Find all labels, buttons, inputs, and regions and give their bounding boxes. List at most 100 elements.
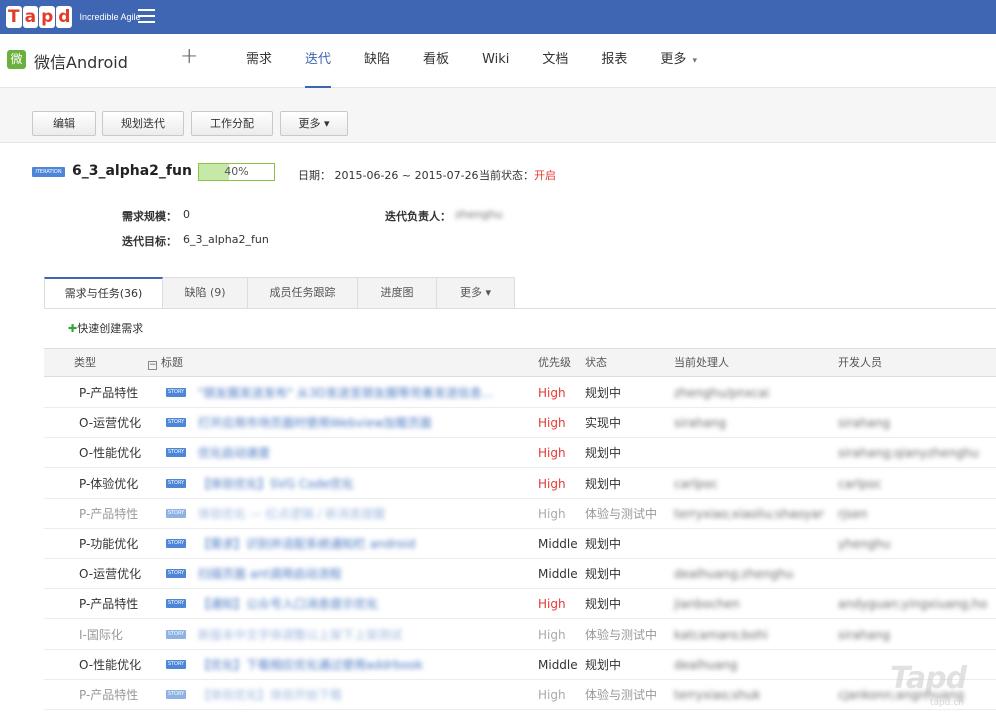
- more-button[interactable]: 更多 ▾: [280, 111, 348, 136]
- row-type: O-运营优化: [79, 416, 142, 431]
- tab-requirements-tasks[interactable]: 需求与任务(36): [44, 277, 163, 309]
- nav-more-label: 更多: [660, 52, 687, 67]
- row-title-link[interactable]: "朋友圈发送发布" 从3D发送至朋友圈等完善发送信息...: [198, 378, 498, 408]
- row-title-link[interactable]: 【需求】识别并适配系统通知栏 android: [198, 529, 498, 559]
- row-status[interactable]: 规划中: [585, 378, 621, 408]
- nav-iterations[interactable]: 迭代: [305, 34, 332, 88]
- row-priority: High: [538, 476, 566, 491]
- toolbar: 编辑 规划迭代 工作分配 更多 ▾: [0, 88, 996, 143]
- header-priority[interactable]: 优先级: [538, 349, 571, 376]
- row-status[interactable]: 体验与测试中: [585, 680, 657, 710]
- story-badge: STORY: [166, 629, 186, 639]
- nav-more[interactable]: 更多 ▾: [660, 34, 697, 88]
- table-row[interactable]: O-运营优化 STORY 扫描页面 ant调用启动流程 Middle 规划中 dealhu…: [44, 559, 996, 590]
- tabs-divider: [44, 308, 996, 309]
- row-developer: rjsen: [838, 506, 868, 521]
- tab-progress-chart[interactable]: 进度图: [358, 277, 437, 309]
- project-name[interactable]: 微信Android: [34, 49, 128, 73]
- edit-button[interactable]: 编辑: [32, 111, 96, 136]
- row-title-link[interactable]: 【通知】公众号入口消息提示优化: [198, 589, 498, 619]
- row-status[interactable]: 规划中: [585, 650, 621, 680]
- row-title-link[interactable]: 优化启动速度: [198, 438, 498, 468]
- top-bar: T a p d Incredible Agile: [0, 0, 996, 34]
- row-title-link[interactable]: 【体验优化】SVG Code优化: [198, 469, 498, 499]
- row-title-link[interactable]: 扫描页面 ant调用启动流程: [198, 559, 498, 589]
- row-status[interactable]: 规划中: [585, 438, 621, 468]
- logo-letter: T: [6, 6, 22, 28]
- table-row[interactable]: P-体验优化 STORY 【体验优化】SVG Code优化 High 规划中 carlpo…: [44, 469, 996, 499]
- table-row[interactable]: P-产品特性 STORY 【通知】公众号入口消息提示优化 High 规划中 jianboc…: [44, 589, 996, 620]
- tab-member-tracking[interactable]: 成员任务跟踪: [248, 277, 358, 309]
- nav-bugs[interactable]: 缺陷: [364, 34, 390, 88]
- scope-label: 需求规模：: [122, 210, 177, 223]
- row-developer: sirahang: [838, 416, 891, 431]
- row-handler: terryxiao;shuk: [674, 688, 761, 702]
- header-type[interactable]: 类型: [74, 349, 96, 376]
- table-row[interactable]: O-性能优化 STORY 优化启动速度 High 规划中 sirahang;qianyzh…: [44, 438, 996, 469]
- row-priority: High: [538, 386, 566, 400]
- row-title-link[interactable]: 新版本中文字体调整以上架下上架测试: [198, 620, 498, 650]
- story-badge: STORY: [166, 418, 186, 428]
- tab-bugs[interactable]: 缺陷 (9): [163, 277, 248, 309]
- table-row[interactable]: P-功能优化 STORY 【需求】识别并适配系统通知栏 android Middle 规…: [44, 529, 996, 559]
- row-status[interactable]: 规划中: [585, 589, 621, 619]
- tapd-watermark: Tapd tapd.cn: [890, 661, 980, 711]
- row-status[interactable]: 规划中: [585, 529, 621, 559]
- project-icon: 微: [7, 50, 26, 69]
- header-developer[interactable]: 开发人员: [838, 349, 882, 376]
- header-handler[interactable]: 当前处理人: [674, 349, 729, 376]
- table-row[interactable]: O-性能优化 STORY 【优化】下载相应优化通过使用addrbook Middle 规…: [44, 650, 996, 680]
- row-title-link[interactable]: 体验优化 — 红点逻辑 / 新消息提醒: [198, 499, 498, 529]
- iteration-status: 当前状态：开启: [479, 167, 556, 183]
- row-type: P-产品特性: [79, 597, 139, 612]
- quick-create-requirement-link[interactable]: ✚快速创建需求: [68, 320, 143, 336]
- hamburger-menu-icon[interactable]: [138, 9, 155, 24]
- row-developer: andyguan;yingxiuang;hoga...: [838, 597, 988, 612]
- row-type: P-产品特性: [79, 386, 139, 400]
- logo-letters: T a p d: [6, 6, 73, 28]
- row-developer: yhenghu: [838, 537, 891, 551]
- assign-work-button[interactable]: 工作分配: [191, 111, 273, 136]
- row-priority: High: [538, 688, 566, 702]
- row-handler: sirahang: [674, 416, 727, 431]
- owner-label: 迭代负责人：: [385, 210, 451, 223]
- quick-create-label: 快速创建需求: [77, 322, 144, 335]
- row-priority: Middle: [538, 567, 578, 582]
- story-badge: STORY: [166, 448, 186, 458]
- row-title-link[interactable]: 【优化】下载相应优化通过使用addrbook: [198, 650, 498, 680]
- row-status[interactable]: 规划中: [585, 469, 621, 499]
- nav-board[interactable]: 看板: [423, 34, 449, 88]
- logo-letter: p: [39, 6, 56, 28]
- table-row[interactable]: P-产品特性 STORY "朋友圈发送发布" 从3D发送至朋友圈等完善发送信息...…: [44, 378, 996, 408]
- row-status[interactable]: 规划中: [585, 559, 621, 589]
- owner-value: zhenghu: [455, 208, 503, 221]
- header-title[interactable]: − 标题: [148, 349, 183, 376]
- row-handler: dealhuang;zhenghu: [674, 567, 794, 582]
- row-status[interactable]: 体验与测试中: [585, 499, 657, 529]
- nav-wiki[interactable]: Wiki: [482, 34, 509, 88]
- table-row[interactable]: P-产品特性 STORY 【体验优化】体验开始下载 High 体验与测试中 terryxi…: [44, 680, 996, 710]
- story-badge: STORY: [166, 659, 186, 669]
- collapse-icon[interactable]: −: [148, 361, 157, 370]
- row-title-link[interactable]: 【体验优化】体验开始下载: [198, 680, 498, 710]
- story-badge: STORY: [166, 388, 186, 397]
- scope-value: 0: [183, 208, 190, 221]
- row-type: I-国际化: [79, 627, 123, 642]
- tab-more[interactable]: 更多 ▾: [437, 277, 515, 309]
- row-status[interactable]: 实现中: [585, 408, 621, 438]
- nav-requirements[interactable]: 需求: [246, 34, 272, 88]
- row-title-link[interactable]: 打开应用市场页面时使用Webview加载页面: [198, 408, 498, 438]
- nav-reports[interactable]: 报表: [601, 34, 627, 88]
- header-status[interactable]: 状态: [585, 349, 607, 376]
- row-status[interactable]: 体验与测试中: [585, 620, 657, 650]
- tapd-logo[interactable]: T a p d Incredible Agile: [6, 4, 140, 30]
- story-badge: STORY: [166, 539, 186, 548]
- table-row[interactable]: I-国际化 STORY 新版本中文字体调整以上架下上架测试 High 体验与测试中 kat…: [44, 620, 996, 650]
- create-plus-button[interactable]: +: [180, 44, 198, 69]
- row-handler: zhenghu/pnxcai: [674, 386, 770, 400]
- table-row[interactable]: P-产品特性 STORY 体验优化 — 红点逻辑 / 新消息提醒 High 体验与测试中…: [44, 499, 996, 529]
- nav-docs[interactable]: 文档: [542, 34, 568, 88]
- table-row[interactable]: O-运营优化 STORY 打开应用市场页面时使用Webview加载页面 High 实现中…: [44, 408, 996, 439]
- plan-iteration-button[interactable]: 规划迭代: [102, 111, 184, 136]
- row-priority: Middle: [538, 537, 578, 551]
